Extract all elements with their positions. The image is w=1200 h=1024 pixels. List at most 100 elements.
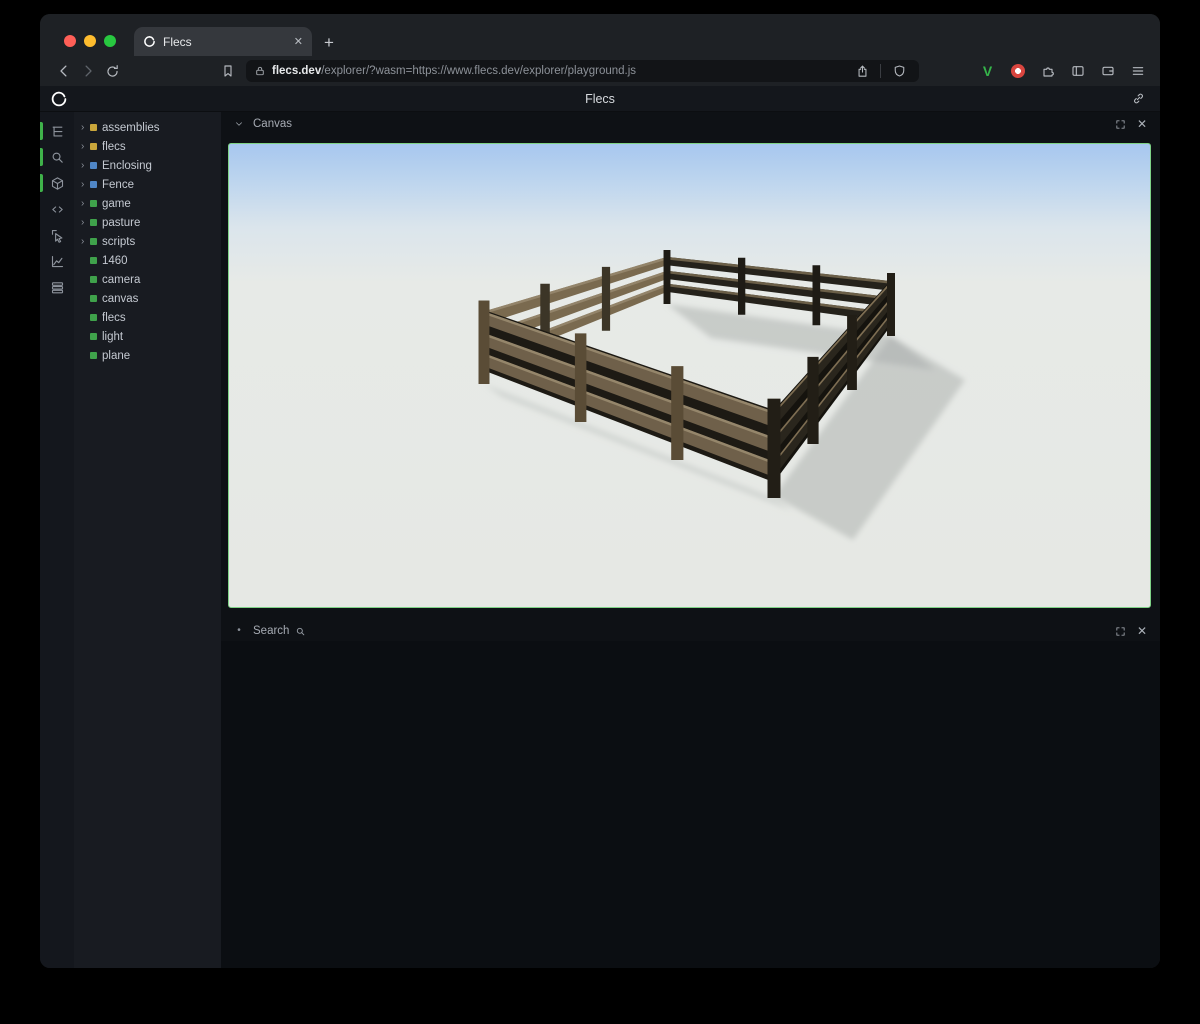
tool-canvas-3d[interactable] [40,170,74,196]
bookmark-button[interactable] [216,59,240,83]
puzzle-extension-icon[interactable] [1037,59,1058,83]
forward-button[interactable] [76,59,100,83]
entity-label: camera [97,274,140,286]
browser-window: Flecs ✕ + flecs.dev/explorer/?wasm=https… [40,14,1160,968]
entity-label: plane [97,350,130,362]
tool-inspector[interactable] [40,222,74,248]
sidebar-toggle-icon[interactable] [1067,59,1088,83]
share-button[interactable] [850,59,874,83]
entity-color-swatch [90,257,97,264]
share-link-button[interactable] [1126,87,1150,111]
canvas-panel-header[interactable]: Canvas ✕ [221,114,1160,134]
browser-tab[interactable]: Flecs ✕ [134,27,312,56]
entity-tree-panel: ›assemblies›flecs›Enclosing›Fence›game›p… [74,112,221,968]
tab-strip: Flecs ✕ + [40,14,1160,56]
chart-icon [50,254,65,269]
menu-button[interactable] [1127,59,1148,83]
expand-chevron-icon[interactable]: › [81,180,90,190]
entity-color-swatch [90,295,97,302]
red-circle-glyph [1011,64,1025,78]
expand-chevron-icon[interactable]: › [81,161,90,171]
tree-item-plane[interactable]: plane [74,346,221,365]
tree-item-camera[interactable]: camera [74,270,221,289]
search-panel-title: Search [253,625,289,637]
tree-item-canvas[interactable]: canvas [74,289,221,308]
collapse-chevron-icon[interactable] [231,116,247,132]
tool-statistics[interactable] [40,248,74,274]
search-panel-header[interactable]: • Search ✕ [221,621,1160,641]
canvas-panel-title: Canvas [253,118,292,130]
zoom-window-button[interactable] [104,35,116,47]
entity-label: flecs [97,141,126,153]
app-body: ›assemblies›flecs›Enclosing›Fence›game›p… [40,112,1160,968]
flecs-favicon-icon [143,35,156,48]
entity-label: light [97,331,123,343]
app-header: Flecs [40,86,1160,112]
v-glyph: V [983,63,992,79]
tree-item-scripts[interactable]: ›scripts [74,232,221,251]
magnifier-icon [295,626,306,637]
tree-item-flecs[interactable]: › flecs [74,137,221,156]
entity-label: Enclosing [97,160,152,172]
expand-icon[interactable] [1112,623,1128,639]
entity-tree-icon [50,124,65,139]
forward-icon [79,62,97,80]
tables-icon [50,280,65,295]
address-bar[interactable]: flecs.dev/explorer/?wasm=https://www.fle… [246,60,919,82]
tree-item-game[interactable]: › game [74,194,221,213]
expand-chevron-icon[interactable]: › [81,123,90,133]
tab-title: Flecs [163,35,287,49]
tree-item-1460[interactable]: 1460 [74,251,221,270]
puzzle-icon [1040,63,1056,79]
wallet-icon[interactable] [1097,59,1118,83]
minimize-window-button[interactable] [84,35,96,47]
collapse-dot-icon[interactable]: • [231,623,247,639]
shield-button[interactable] [887,59,911,83]
entity-color-swatch [90,352,97,359]
close-icon[interactable]: ✕ [1134,116,1150,132]
tree-item-Enclosing[interactable]: › Enclosing [74,156,221,175]
tool-code-editor[interactable] [40,196,74,222]
wallet-glyph-icon [1100,63,1116,79]
expand-chevron-icon[interactable]: › [81,199,90,209]
link-icon [1131,91,1146,106]
expand-chevron-icon[interactable]: › [81,237,90,247]
sidebar-icon [1070,63,1086,79]
red-circle-extension-icon[interactable] [1007,59,1028,83]
expand-icon[interactable] [1112,116,1128,132]
close-icon[interactable]: ✕ [1134,623,1150,639]
expand-chevron-icon[interactable]: › [81,142,90,152]
v-extension-icon[interactable]: V [977,59,998,83]
new-tab-button[interactable]: + [324,34,334,51]
tree-item-flecs[interactable]: flecs [74,308,221,327]
tab-close-icon[interactable]: ✕ [294,35,303,48]
entity-label: canvas [97,293,138,305]
tool-query-search[interactable] [40,144,74,170]
flecs-explorer-app: Flecs [40,86,1160,968]
tree-item-light[interactable]: light [74,327,221,346]
entity-color-swatch [90,162,97,169]
window-controls [64,35,116,47]
back-icon [55,62,73,80]
entity-color-swatch [90,276,97,283]
entity-color-swatch [90,181,97,188]
tree-item-Fence[interactable]: ›Fence [74,175,221,194]
reload-button[interactable] [100,59,124,83]
expand-chevron-icon[interactable]: › [81,218,90,228]
entity-label: 1460 [97,255,128,267]
cube-icon [50,176,65,191]
url-text: flecs.dev/explorer/?wasm=https://www.fle… [272,65,844,77]
tool-tables[interactable] [40,274,74,300]
back-button[interactable] [52,59,76,83]
tool-entity-tree[interactable] [40,118,74,144]
hamburger-menu-icon [1130,63,1146,79]
close-window-button[interactable] [64,35,76,47]
tree-item-assemblies[interactable]: ›assemblies [74,118,221,137]
entity-label: game [97,198,131,210]
flecs-logo-icon[interactable] [50,90,68,108]
canvas-viewport[interactable] [228,143,1151,608]
tree-item-pasture[interactable]: ›pasture [74,213,221,232]
entity-label: flecs [97,312,126,324]
page-title: Flecs [40,92,1160,106]
main-panel-area: Canvas ✕ [221,112,1160,968]
